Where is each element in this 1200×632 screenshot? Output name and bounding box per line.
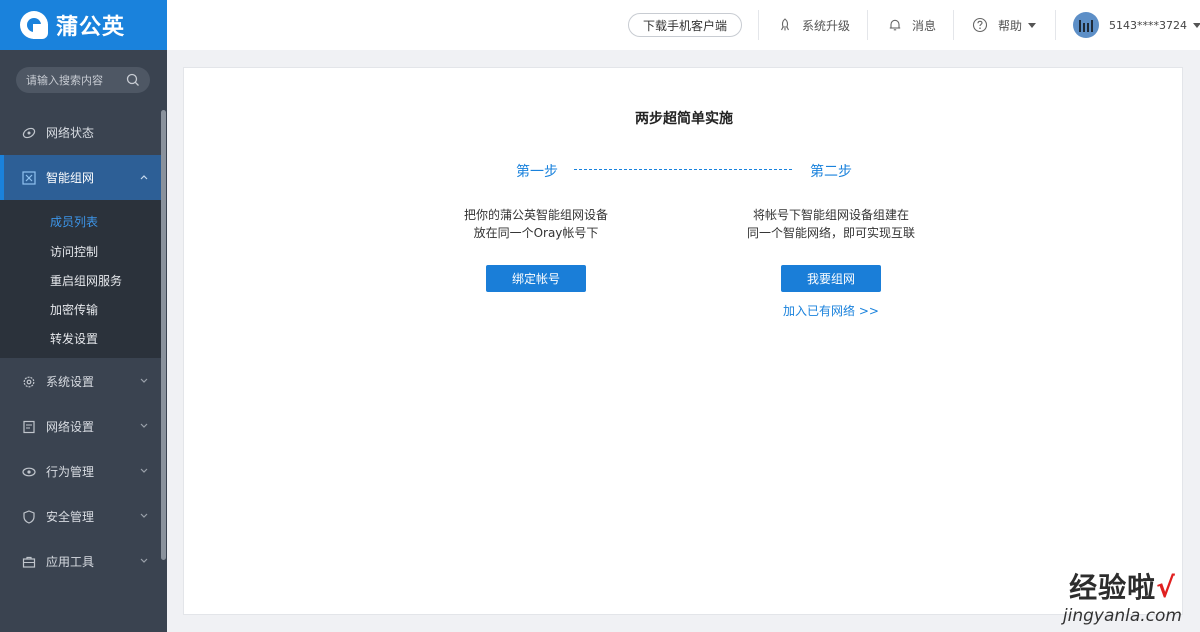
chevron-down-icon xyxy=(140,378,148,383)
messages-label: 消息 xyxy=(912,18,937,33)
sidebar-scrollbar[interactable] xyxy=(161,110,166,560)
submenu-item-forwarding-settings[interactable]: 转发设置 xyxy=(50,330,98,347)
help-menu-button[interactable]: 帮助 xyxy=(972,0,1037,50)
step-two-line-1: 将帐号下智能组网设备组建在 xyxy=(752,208,909,222)
shield-icon xyxy=(23,509,35,524)
create-network-button[interactable]: 我要组网 xyxy=(781,265,881,292)
messages-button[interactable]: 消息 xyxy=(888,0,936,50)
sidebar-item-label: 系统设置 xyxy=(46,375,95,389)
logo[interactable]: 蒲公英 xyxy=(0,0,167,50)
sidebar-item-smart-networking[interactable]: 智能组网 xyxy=(0,155,161,200)
page-title: 两步超简单实施 xyxy=(635,111,733,127)
sidebar-item-label: 应用工具 xyxy=(46,555,95,569)
sidebar: 蒲公英 网络状态 智能组网 成员列表 访问控制 重启组网服务 加密传输 转发设置… xyxy=(0,0,167,632)
step-connector-line xyxy=(574,169,792,170)
sidebar-item-security-management[interactable]: 安全管理 xyxy=(0,494,161,539)
step-two-label: 第二步 xyxy=(810,164,852,180)
rocket-icon xyxy=(781,18,789,31)
caret-down-icon xyxy=(1028,23,1037,28)
sidebar-item-label: 行为管理 xyxy=(46,465,95,479)
sidebar-item-network-status[interactable]: 网络状态 xyxy=(0,110,161,155)
submenu-item-member-list[interactable]: 成员列表 xyxy=(50,213,98,230)
watermark-url: jingyanla.com xyxy=(1062,606,1182,626)
sidebar-item-behavior-management[interactable]: 行为管理 xyxy=(0,449,161,494)
system-upgrade-button[interactable]: 系统升级 xyxy=(778,0,850,50)
header-divider xyxy=(1055,10,1056,40)
download-mobile-client-button[interactable]: 下载手机客户端 xyxy=(628,13,742,37)
step-two-line-2: 同一个智能网络，即可实现互联 xyxy=(746,226,915,240)
account-menu[interactable]: 5143****3724 xyxy=(1073,0,1200,50)
account-id: 5143****3724 xyxy=(1109,18,1187,32)
dandelion-logo-icon xyxy=(20,11,48,39)
watermark-check: √ xyxy=(1156,571,1176,604)
help-label: 帮助 xyxy=(998,18,1023,33)
gear-icon xyxy=(23,376,35,387)
chevron-down-icon xyxy=(140,513,148,518)
eye-icon xyxy=(22,467,36,476)
main-card: 两步超简单实施 第一步 第二步 把你的蒲公英智能组网设备 放在同一个Oray帐号… xyxy=(183,67,1183,615)
bell-icon xyxy=(889,19,901,31)
step-one-label: 第一步 xyxy=(516,164,558,180)
smart-networking-submenu: 成员列表 访问控制 重启组网服务 加密传输 转发设置 xyxy=(0,200,161,358)
chevron-down-icon xyxy=(140,468,148,473)
join-existing-network-link[interactable]: 加入已有网络 >> xyxy=(781,302,881,319)
header-divider xyxy=(758,10,759,40)
question-circle-icon xyxy=(972,17,988,33)
system-upgrade-label: 系统升级 xyxy=(802,18,851,33)
bind-account-button[interactable]: 绑定帐号 xyxy=(486,265,586,292)
watermark: 经验啦√ jingyanla.com xyxy=(1063,566,1182,626)
sidebar-item-label: 网络状态 xyxy=(46,126,95,140)
search-input[interactable] xyxy=(26,73,126,87)
caret-down-icon xyxy=(1193,23,1200,28)
submenu-item-encrypted-transfer[interactable]: 加密传输 xyxy=(50,301,98,318)
watermark-title: 经验啦 xyxy=(1069,571,1157,604)
sidebar-item-label: 网络设置 xyxy=(46,420,95,434)
sidebar-item-network-settings[interactable]: 网络设置 xyxy=(0,404,161,449)
sidebar-item-system-settings[interactable]: 系统设置 xyxy=(0,359,161,404)
header-divider xyxy=(867,10,868,40)
submenu-item-access-control[interactable]: 访问控制 xyxy=(50,243,98,260)
sidebar-item-app-tools[interactable]: 应用工具 xyxy=(0,539,161,584)
header-divider xyxy=(953,10,954,40)
document-icon xyxy=(23,420,35,433)
sidebar-item-label: 智能组网 xyxy=(46,171,95,185)
search-box xyxy=(16,67,150,93)
step-one-line-2: 放在同一个Oray帐号下 xyxy=(473,226,599,240)
brand-name: 蒲公英 xyxy=(56,15,126,40)
chevron-down-icon xyxy=(140,423,148,428)
sidebar-item-label: 安全管理 xyxy=(46,510,95,524)
avatar xyxy=(1073,12,1099,38)
top-header: 下载手机客户端 系统升级 消息 帮助 5143****3724 xyxy=(167,0,1200,50)
toolbox-icon xyxy=(22,556,36,568)
chevron-up-icon xyxy=(140,175,148,180)
step-one-line-1: 把你的蒲公英智能组网设备 xyxy=(463,208,608,222)
step-two-description: 将帐号下智能组网设备组建在 同一个智能网络，即可实现互联 xyxy=(701,206,961,242)
smart-networking-icon xyxy=(22,170,36,185)
submenu-item-restart-service[interactable]: 重启组网服务 xyxy=(50,272,122,289)
chevron-down-icon xyxy=(140,558,148,563)
search-icon[interactable] xyxy=(126,73,140,87)
network-status-icon xyxy=(22,127,36,138)
step-one-description: 把你的蒲公英智能组网设备 放在同一个Oray帐号下 xyxy=(406,206,666,242)
